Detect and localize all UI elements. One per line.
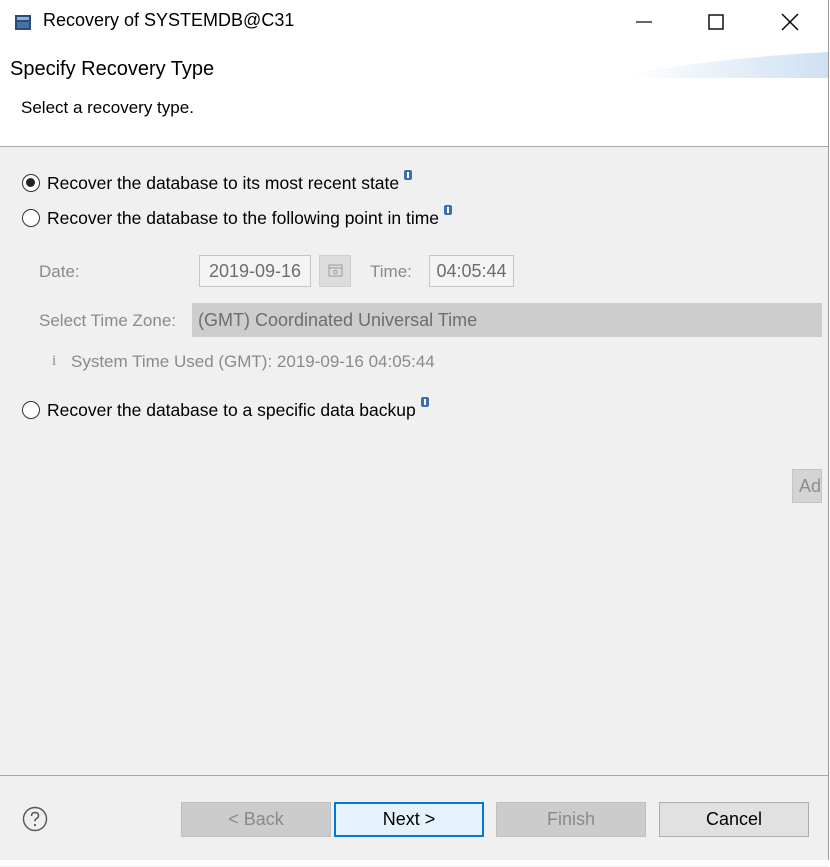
maximize-icon	[708, 14, 724, 30]
bottom-strip	[0, 860, 830, 866]
maximize-button[interactable]	[680, 0, 752, 44]
close-icon	[781, 13, 799, 31]
page-description: Select a recovery type.	[21, 98, 194, 117]
time-field[interactable]: 04:05:44	[429, 255, 514, 287]
option-data-backup[interactable]: Recover the database to a specific data …	[22, 397, 429, 422]
wizard-content: Recover the database to its most recent …	[0, 147, 828, 775]
timezone-label: Select Time Zone:	[39, 311, 177, 330]
minimize-button[interactable]	[608, 0, 680, 44]
info-icon[interactable]	[444, 205, 453, 215]
calendar-button[interactable]	[319, 255, 351, 287]
recovery-dialog: Recovery of SYSTEMDB@C31 Specify Recover…	[0, 0, 829, 867]
info-icon[interactable]	[420, 397, 429, 407]
header-decoration	[628, 52, 828, 78]
info-icon[interactable]	[404, 170, 413, 180]
wizard-header: Specify Recovery Type Select a recovery …	[0, 44, 828, 147]
date-field[interactable]: 2019-09-16	[199, 255, 311, 287]
cancel-button[interactable]: Cancel	[659, 802, 809, 837]
close-button[interactable]	[754, 0, 826, 44]
help-icon[interactable]	[22, 806, 48, 832]
wizard-footer: < Back Next > Finish Cancel	[0, 775, 828, 867]
timezone-select[interactable]: (GMT) Coordinated Universal Time	[192, 303, 822, 337]
page-title: Specify Recovery Type	[10, 58, 215, 80]
back-button[interactable]: < Back	[181, 802, 331, 837]
finish-button[interactable]: Finish	[496, 802, 646, 837]
option-most-recent-label: Recover the database to its most recent …	[47, 172, 400, 193]
add-button[interactable]: Ad	[792, 469, 822, 503]
option-point-in-time[interactable]: Recover the database to the following po…	[22, 205, 453, 230]
minimize-icon	[636, 21, 652, 23]
title-bar: Recovery of SYSTEMDB@C31	[0, 0, 828, 44]
time-label: Time:	[370, 262, 412, 281]
radio-most-recent[interactable]	[22, 174, 40, 192]
option-most-recent[interactable]: Recover the database to its most recent …	[22, 170, 413, 195]
next-button[interactable]: Next >	[334, 802, 484, 837]
calendar-icon	[328, 264, 343, 277]
system-time-text: System Time Used (GMT): 2019-09-16 04:05…	[71, 352, 435, 371]
option-point-in-time-label: Recover the database to the following po…	[47, 207, 440, 228]
date-label: Date:	[39, 262, 80, 281]
window-title: Recovery of SYSTEMDB@C31	[43, 10, 295, 30]
radio-data-backup[interactable]	[22, 401, 40, 419]
radio-point-in-time[interactable]	[22, 209, 40, 227]
system-time-info-icon: i	[52, 353, 57, 369]
option-data-backup-label: Recover the database to a specific data …	[47, 399, 416, 420]
database-icon	[15, 15, 31, 30]
